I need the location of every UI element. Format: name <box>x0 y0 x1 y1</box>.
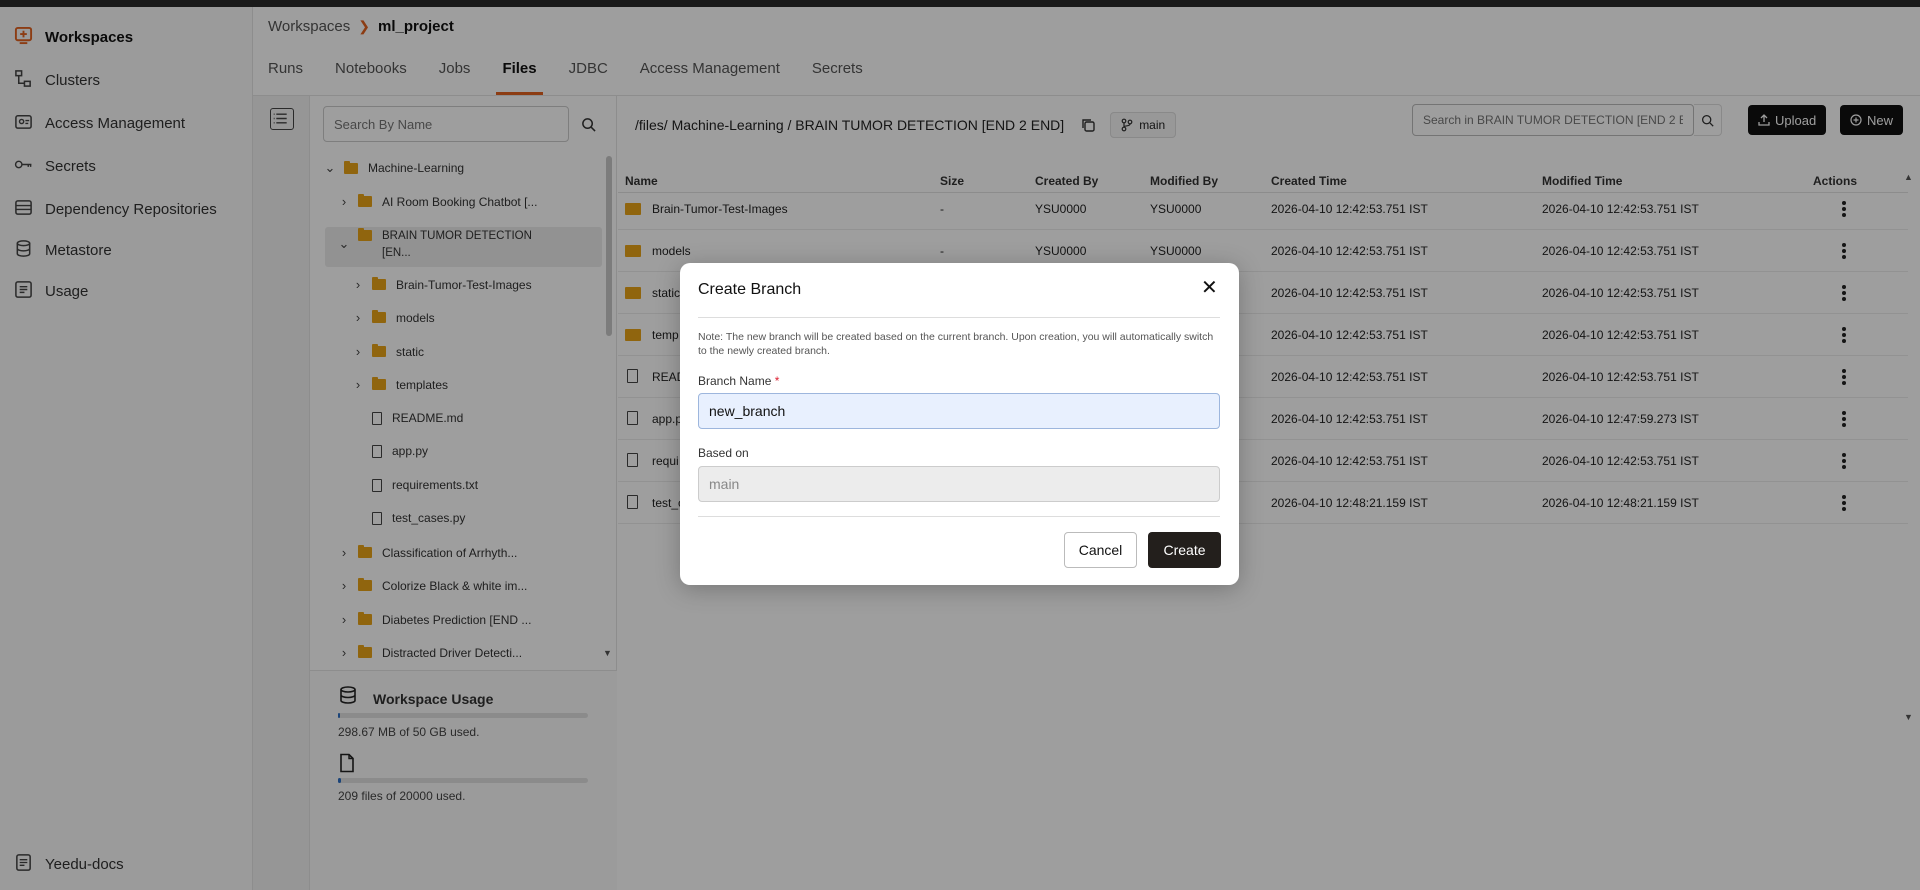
dialog-divider <box>698 317 1220 318</box>
cancel-button[interactable]: Cancel <box>1064 532 1137 568</box>
branch-name-input[interactable] <box>698 393 1220 429</box>
based-on-label: Based on <box>698 446 749 460</box>
create-branch-dialog: Create Branch ✕ Note: The new branch wil… <box>680 263 1239 585</box>
create-button[interactable]: Create <box>1148 532 1221 568</box>
based-on-input <box>698 466 1220 502</box>
branch-name-label: Branch Name * <box>698 374 780 388</box>
dialog-title: Create Branch <box>698 281 802 298</box>
dialog-footer-divider <box>698 516 1220 517</box>
dialog-note: Note: The new branch will be created bas… <box>698 331 1214 357</box>
required-mark: * <box>774 374 780 388</box>
close-icon[interactable]: ✕ <box>1201 278 1218 298</box>
